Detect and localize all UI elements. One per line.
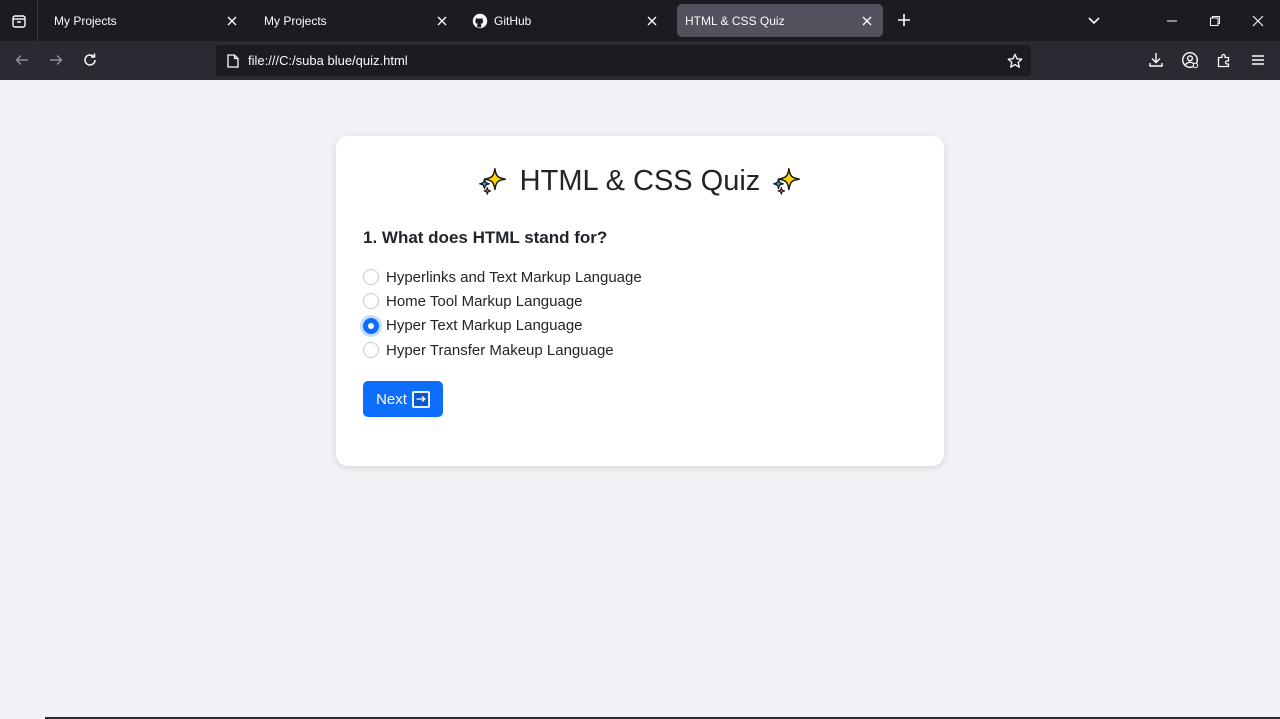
reload-icon (84, 53, 96, 66)
minimize-icon (1167, 20, 1177, 21)
puzzle-icon (1217, 53, 1230, 68)
forward-arrow-icon (50, 54, 63, 66)
close-icon (1252, 15, 1264, 26)
next-button[interactable]: Next (363, 381, 443, 417)
window-close-button[interactable] (1237, 0, 1279, 41)
option-label: Hyper Text Markup Language (386, 317, 583, 335)
radio-button[interactable] (363, 342, 379, 359)
tab-close-button[interactable] (430, 9, 454, 33)
chevron-down-icon (1088, 17, 1100, 25)
sparkles-icon (478, 167, 506, 195)
answer-option-3[interactable]: Hyper Text Markup Language (363, 314, 642, 338)
page-viewport: HTML & CSS Quiz 1. What does HTML stand … (0, 80, 1280, 719)
answer-option-4[interactable]: Hyper Transfer Makeup Language (363, 338, 642, 362)
tab-my-projects-2[interactable]: My Projects (252, 4, 458, 37)
tab-title: My Projects (264, 13, 327, 28)
account-icon (1181, 51, 1199, 69)
extensions-button[interactable] (1210, 46, 1238, 74)
radio-button[interactable] (363, 269, 379, 286)
navigation-toolbar: file:///C:/suba blue/quiz.html (0, 41, 1280, 80)
quiz-title: HTML & CSS Quiz (519, 164, 761, 197)
tab-github[interactable]: GitHub (462, 4, 668, 37)
restore-icon (1210, 15, 1220, 26)
tab-html-css-quiz[interactable]: HTML & CSS Quiz (677, 4, 883, 37)
tab-overview-icon (11, 14, 26, 28)
answer-options: Hyperlinks and Text Markup Language Home… (363, 265, 642, 362)
tab-close-button[interactable] (855, 9, 879, 33)
close-icon (862, 16, 872, 25)
answer-option-1[interactable]: Hyperlinks and Text Markup Language (363, 265, 642, 289)
close-icon (647, 16, 657, 25)
hamburger-menu-icon (1252, 55, 1264, 65)
option-label: Home Tool Markup Language (386, 292, 583, 310)
url-text[interactable]: file:///C:/suba blue/quiz.html (248, 53, 1001, 68)
tab-my-projects-1[interactable]: My Projects (42, 4, 248, 37)
page-icon (225, 53, 241, 69)
tab-title: GitHub (494, 13, 532, 28)
forward-button[interactable] (42, 46, 70, 74)
option-label: Hyper Transfer Makeup Language (386, 341, 614, 359)
menu-button[interactable] (1244, 46, 1272, 74)
close-icon (227, 16, 237, 25)
option-label: Hyperlinks and Text Markup Language (386, 268, 642, 286)
new-tab-button[interactable] (892, 8, 916, 32)
radio-button[interactable] (363, 293, 379, 310)
radio-button-selected[interactable] (363, 317, 379, 334)
download-icon (1149, 53, 1163, 67)
back-button[interactable] (8, 46, 36, 74)
plus-icon (898, 14, 910, 26)
quiz-heading: HTML & CSS Quiz (336, 164, 944, 198)
star-icon (1007, 53, 1023, 68)
reload-button[interactable] (76, 46, 104, 74)
list-all-tabs-button[interactable] (1082, 8, 1106, 32)
close-icon (437, 16, 447, 25)
tab-title: My Projects (54, 13, 117, 28)
account-button[interactable] (1176, 46, 1204, 74)
tab-overview-button[interactable] (0, 0, 38, 41)
restore-button[interactable] (1194, 0, 1236, 41)
minimize-button[interactable] (1151, 0, 1193, 41)
github-icon (472, 13, 488, 29)
address-bar[interactable]: file:///C:/suba blue/quiz.html (216, 45, 1031, 76)
tab-close-button[interactable] (220, 9, 244, 33)
next-button-label: Next (376, 390, 407, 408)
tab-title: HTML & CSS Quiz (685, 13, 785, 28)
back-arrow-icon (15, 54, 28, 66)
bookmark-button[interactable] (1001, 47, 1029, 75)
tab-strip: My Projects My Projects GitHub HTML & CS… (0, 0, 1280, 41)
downloads-button[interactable] (1142, 46, 1170, 74)
sparkles-icon (773, 167, 801, 195)
answer-option-2[interactable]: Home Tool Markup Language (363, 289, 642, 313)
quiz-card: HTML & CSS Quiz 1. What does HTML stand … (336, 136, 944, 466)
right-arrow-icon (411, 390, 430, 408)
tab-close-button[interactable] (640, 9, 664, 33)
question-text: 1. What does HTML stand for? (363, 228, 608, 247)
